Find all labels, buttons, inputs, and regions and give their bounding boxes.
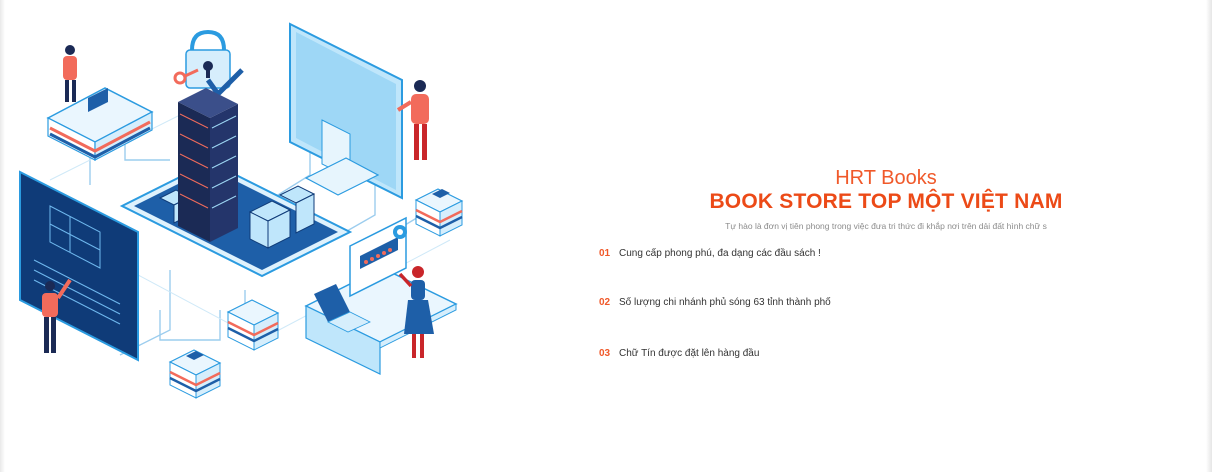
monitor xyxy=(289,22,403,200)
data-cube-right xyxy=(414,188,464,237)
feature-item: 03 Chữ Tín được đặt lên hàng đầu xyxy=(599,347,759,361)
person-desk xyxy=(63,45,77,102)
feature-item: 01 Cung cấp phong phú, đa dạng các đầu s… xyxy=(599,247,821,261)
brand-name: HRT Books xyxy=(835,167,937,189)
feature-number: 01 xyxy=(599,248,611,259)
left-edge-shadow xyxy=(0,0,5,472)
right-edge-shadow xyxy=(1206,0,1212,472)
data-cube-bottom xyxy=(168,349,222,399)
feature-text: Chữ Tín được đặt lên hàng đầu xyxy=(619,348,760,359)
feature-number: 02 xyxy=(599,297,611,308)
isometric-smart-city-illustration xyxy=(19,22,464,399)
headline: BOOK STORE TOP MỘT VIỆT NAM xyxy=(709,190,1063,213)
feature-item: 02 Số lượng chi nhánh phủ sóng 63 tỉnh t… xyxy=(599,296,831,310)
padlock-icon xyxy=(173,29,244,98)
tower-building xyxy=(178,88,238,242)
data-cube-middle xyxy=(226,299,280,351)
feature-number: 03 xyxy=(599,348,611,359)
feature-text: Số lượng chi nhánh phủ sóng 63 tỉnh thàn… xyxy=(619,297,831,308)
laptop-desk xyxy=(304,267,458,375)
feature-text: Cung cấp phong phú, đa dạng các đầu sách… xyxy=(619,248,821,259)
about-section: HRT Books BOOK STORE TOP MỘT VIỆT NAM Tự… xyxy=(0,0,1212,472)
reception-desk xyxy=(46,87,154,161)
blueprint-panel xyxy=(19,170,139,362)
subtitle: Tự hào là đơn vị tiên phong trong việc đ… xyxy=(725,221,1047,231)
